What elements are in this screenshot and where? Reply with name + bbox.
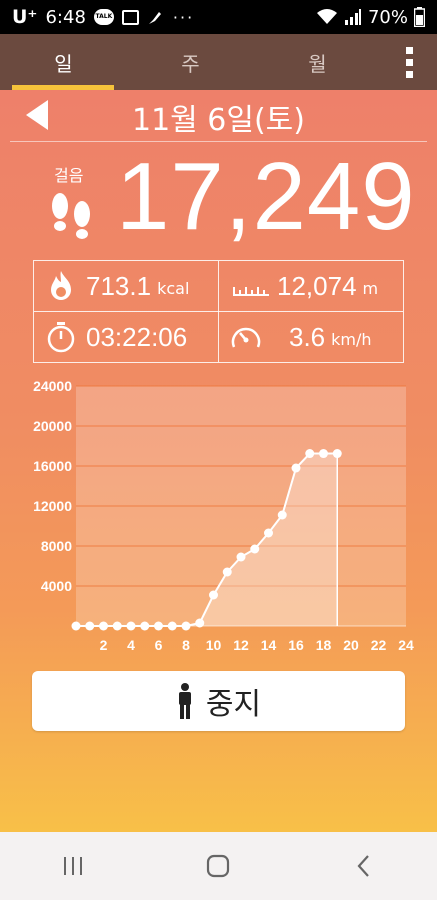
chart-x-tick-label: 18	[316, 637, 332, 652]
home-button[interactable]	[188, 846, 248, 886]
tab-day[interactable]: 일	[0, 34, 127, 90]
talk-notification-icon: TALK	[93, 9, 114, 25]
duration-stat: 03:22:06	[34, 312, 218, 362]
hourly-steps-chart: 4000 8000 12000 16000 20000 24000 2 4 6 8 10 12 14 16…	[0, 372, 437, 653]
period-tabbar: 일 주 월	[0, 34, 437, 90]
recent-apps-button[interactable]	[43, 846, 103, 886]
chart-x-tick-label: 22	[371, 637, 387, 652]
chart-data-point	[291, 463, 301, 473]
person-icon	[178, 683, 191, 719]
steps-summary: 걸음 17,249	[40, 143, 420, 256]
battery-label: 70%	[367, 6, 408, 28]
chart-data-point	[181, 621, 191, 631]
stop-button-label: 중지	[205, 687, 262, 722]
stopwatch-icon	[47, 322, 75, 353]
chart-y-tick-label: 8000	[41, 538, 72, 554]
chart-data-point	[250, 544, 260, 554]
date-header: 11월 6일(토)	[0, 90, 437, 142]
chart-data-point	[209, 590, 218, 600]
chart-data-point	[264, 528, 273, 538]
overflow-menu-button[interactable]	[381, 34, 437, 90]
chart-x-tick-label: 10	[206, 637, 222, 652]
chart-x-tick-label: 2	[100, 637, 108, 652]
stats-grid: 713.1 kcal 12,074 m 03:22:06 3.6 km/h	[33, 260, 404, 363]
back-button[interactable]	[334, 846, 394, 886]
main-content: 11월 6일(토) 걸음 17,249 713.1 kcal 12,074 m …	[0, 90, 437, 832]
calories-value: 713.1	[86, 270, 152, 301]
gallery-notification-icon	[121, 9, 139, 25]
chart-y-tick-label: 12000	[33, 498, 72, 514]
chart-x-tick-label: 24	[398, 637, 414, 652]
chart-data-point	[71, 621, 81, 631]
home-icon	[207, 854, 230, 878]
speed-unit: km/h	[331, 329, 372, 349]
chart-data-point	[112, 621, 122, 631]
tab-week-label: 주	[181, 51, 200, 76]
chart-data-point	[332, 449, 342, 459]
calories-unit: kcal	[157, 278, 190, 298]
speed-value: 3.6	[289, 321, 326, 352]
chart-y-tick-label: 24000	[33, 378, 72, 394]
chart-data-point	[126, 621, 136, 631]
chart-x-tick-label: 16	[288, 637, 304, 652]
speed-stat: 3.6 km/h	[219, 312, 403, 362]
brush-notification-icon	[148, 12, 161, 24]
chart-svg: 40008000120001600020000240002 4 6 8 10 12 14 16…	[33, 378, 414, 653]
footprints-icon	[52, 193, 90, 239]
speedometer-icon	[231, 327, 261, 348]
recent-apps-icon	[63, 857, 82, 875]
chart-data-point	[85, 621, 95, 631]
signal-icon	[344, 9, 361, 25]
tab-day-label: 일	[54, 51, 73, 76]
chart-x-tick-label: 6	[155, 637, 163, 652]
ruler-icon	[233, 287, 269, 296]
flame-icon	[51, 271, 71, 300]
chart-x-tick-label: 8	[182, 637, 190, 652]
chart-x-tick-label: 14	[261, 637, 277, 652]
steps-label: 걸음	[54, 166, 84, 185]
distance-stat: 12,074 m	[219, 261, 403, 311]
overflow-dot	[405, 70, 413, 78]
calories-stat: 713.1 kcal	[34, 261, 218, 311]
battery-icon	[414, 7, 425, 27]
chart-data-point	[319, 449, 328, 459]
chart-y-tick-label: 20000	[33, 418, 72, 434]
chart-data-point	[222, 567, 232, 577]
distance-value: 12,074	[277, 270, 357, 301]
chart-x-tick-label: 20	[343, 637, 359, 652]
duration-value: 03:22:06	[86, 321, 188, 352]
system-navbar	[0, 832, 437, 900]
carrier-label: U⁺	[12, 6, 38, 28]
stop-button[interactable]: 중지	[32, 671, 405, 731]
status-time: 6:48	[45, 6, 86, 28]
chart-data-point	[167, 621, 177, 631]
chart-y-tick-label: 16000	[33, 458, 72, 474]
distance-unit: m	[362, 278, 379, 298]
overflow-dot	[405, 58, 413, 66]
chart-data-point	[305, 449, 315, 459]
back-icon	[357, 855, 369, 877]
chart-data-point	[236, 552, 246, 562]
chart-data-point	[195, 618, 205, 628]
tab-month[interactable]: 월	[254, 34, 381, 90]
chart-data-point	[140, 621, 150, 631]
previous-day-button[interactable]	[26, 100, 50, 130]
chart-data-point	[99, 621, 108, 631]
chart-y-tick-label: 4000	[41, 578, 72, 594]
wifi-icon	[316, 9, 337, 24]
more-notifications-icon: ···	[172, 7, 195, 27]
overflow-dot	[405, 46, 413, 54]
status-bar: U⁺ 6:48 TALK ··· 70%	[0, 0, 437, 34]
chart-data-point	[277, 510, 287, 520]
chart-x-tick-label: 4	[127, 637, 135, 652]
chart-data-point	[154, 621, 163, 631]
tab-week[interactable]: 주	[127, 34, 254, 90]
chart-x-tick-label: 12	[233, 637, 249, 652]
date-title: 11월 6일(토)	[131, 103, 305, 138]
steps-count: 17,249	[116, 143, 416, 250]
tab-month-label: 월	[308, 51, 327, 76]
